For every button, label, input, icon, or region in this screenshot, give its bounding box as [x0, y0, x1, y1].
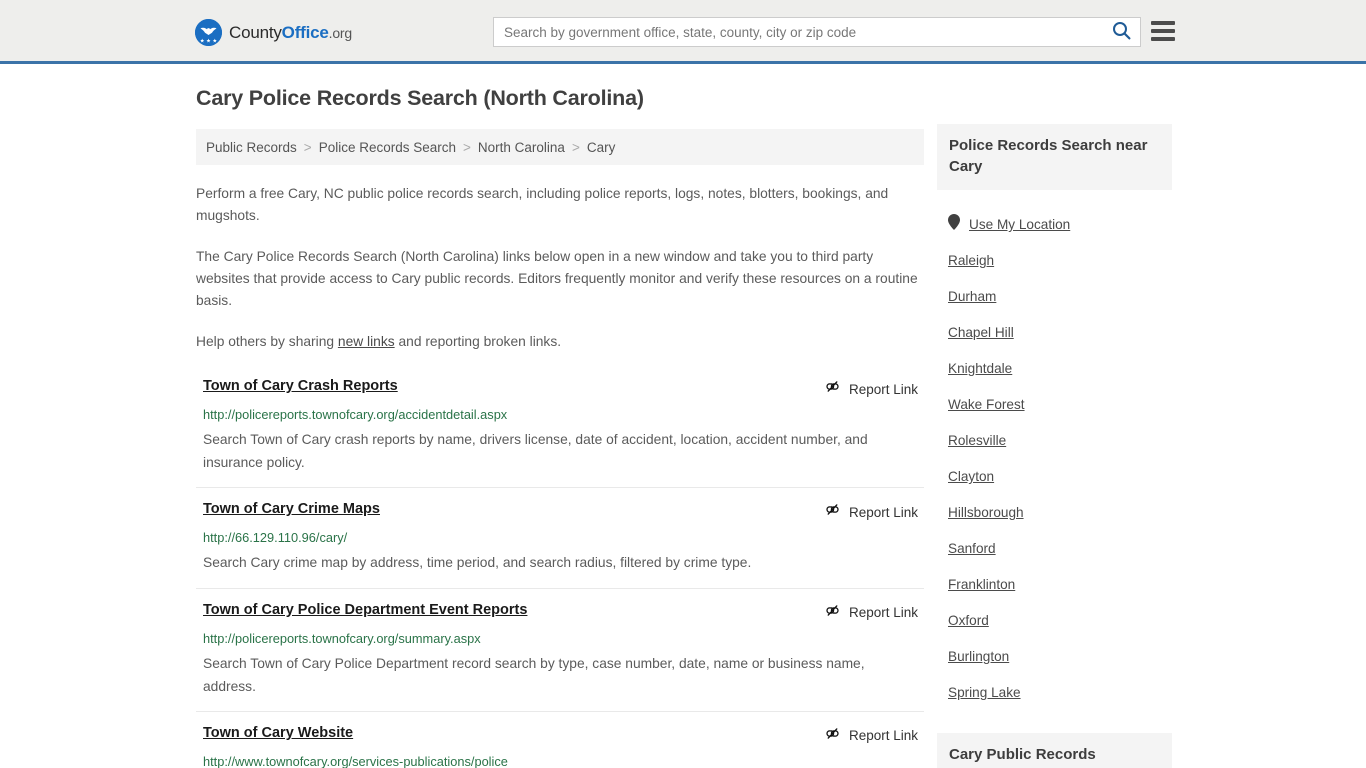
breadcrumb-item-police-records-search[interactable]: Police Records Search: [319, 140, 456, 155]
eagle-seal-icon: [195, 19, 222, 46]
result-item: Town of Cary Police Department Event Rep…: [196, 587, 924, 711]
sidebar-city-row[interactable]: Sanford: [937, 531, 1172, 567]
result-item: Town of Cary Crime Maps Report Link http…: [196, 487, 924, 587]
logo-text-tld: .org: [328, 24, 353, 41]
breadcrumb-item-north-carolina[interactable]: North Carolina: [478, 140, 565, 155]
sidebar-city-link-knightdale[interactable]: Knightdale: [948, 361, 1012, 376]
broken-link-icon: [824, 378, 841, 400]
breadcrumb-item-public-records[interactable]: Public Records: [206, 140, 297, 155]
result-title-link[interactable]: Town of Cary Police Department Event Rep…: [196, 601, 527, 620]
sidebar-city-row[interactable]: Durham: [937, 279, 1172, 315]
site-header: CountyOffice.org: [0, 0, 1366, 64]
new-links-link[interactable]: new links: [338, 334, 395, 349]
hamburger-bar: [1151, 37, 1175, 41]
page-title: Cary Police Records Search (North Caroli…: [196, 86, 644, 110]
report-link-button[interactable]: Report Link: [824, 725, 924, 747]
sidebar-city-link-franklinton[interactable]: Franklinton: [948, 577, 1015, 592]
sidebar-city-row[interactable]: Clayton: [937, 459, 1172, 495]
intro-paragraph-3: Help others by sharing new links and rep…: [196, 331, 924, 353]
sidebar-city-link-raleigh[interactable]: Raleigh: [948, 253, 994, 268]
use-my-location-row[interactable]: Use My Location: [937, 207, 1172, 243]
report-link-button[interactable]: Report Link: [824, 602, 924, 624]
broken-link-icon: [824, 725, 841, 747]
logo-text-county: County: [229, 22, 282, 42]
sidebar-city-row[interactable]: Franklinton: [937, 567, 1172, 603]
result-title-link[interactable]: Town of Cary Crash Reports: [196, 377, 398, 396]
results-list: Town of Cary Crash Reports Report Link h…: [196, 377, 924, 768]
search-bar[interactable]: [493, 17, 1141, 47]
report-link-button[interactable]: Report Link: [824, 501, 924, 523]
result-url-link[interactable]: http://www.townofcary.org/services-publi…: [196, 754, 924, 768]
sidebar-city-row[interactable]: Chapel Hill: [937, 315, 1172, 351]
intro-paragraph-1: Perform a free Cary, NC public police re…: [196, 186, 889, 224]
sidebar-city-link-wake-forest[interactable]: Wake Forest: [948, 397, 1025, 412]
sidebar-city-row[interactable]: Rolesville: [937, 423, 1172, 459]
result-url-link[interactable]: http://policereports.townofcary.org/summ…: [196, 631, 924, 646]
report-link-label: Report Link: [848, 605, 918, 621]
broken-link-icon: [824, 602, 841, 624]
result-description: Search Town of Cary Police Department re…: [203, 655, 865, 694]
sidebar: Police Records Search near Cary Use My L…: [937, 124, 1172, 768]
sidebar-city-row[interactable]: Knightdale: [937, 351, 1172, 387]
intro-p3-after: and reporting broken links.: [394, 333, 562, 349]
result-url-link[interactable]: http://66.129.110.96/cary/: [196, 530, 924, 545]
hamburger-menu-icon[interactable]: [1151, 21, 1175, 41]
sidebar-city-link-clayton[interactable]: Clayton: [948, 469, 994, 484]
search-icon: [1112, 21, 1131, 43]
sidebar-city-link-chapel-hill[interactable]: Chapel Hill: [948, 325, 1014, 340]
sidebar-city-row[interactable]: Wake Forest: [937, 387, 1172, 423]
result-url-link[interactable]: http://policereports.townofcary.org/acci…: [196, 407, 924, 422]
result-description: Search Cary crime map by address, time p…: [203, 555, 752, 571]
search-button[interactable]: [1102, 18, 1140, 46]
sidebar-nearby-list: Use My Location Raleigh Durham Chapel Hi…: [937, 207, 1172, 711]
sidebar-city-row[interactable]: Raleigh: [937, 243, 1172, 279]
sidebar-city-link-oxford[interactable]: Oxford: [948, 613, 989, 628]
sidebar-city-row[interactable]: Hillsborough: [937, 495, 1172, 531]
search-input[interactable]: [494, 18, 1102, 46]
sidebar-city-link-durham[interactable]: Durham: [948, 289, 996, 304]
broken-link-icon: [824, 501, 841, 523]
breadcrumb: Public Records > Police Records Search >…: [196, 129, 924, 165]
result-header: Town of Cary Website Report Link: [196, 724, 924, 747]
intro-paragraph-2: The Cary Police Records Search (North Ca…: [196, 248, 918, 309]
sidebar-city-link-rolesville[interactable]: Rolesville: [948, 433, 1006, 448]
sidebar-city-link-sanford[interactable]: Sanford: [948, 541, 996, 556]
hamburger-bar: [1151, 21, 1175, 25]
result-item: Town of Cary Crash Reports Report Link h…: [196, 377, 924, 487]
breadcrumb-separator: >: [303, 139, 312, 155]
sidebar-near-header: Police Records Search near Cary: [937, 124, 1172, 190]
result-item: Town of Cary Website Report Link http://…: [196, 710, 924, 768]
result-description: Search Town of Cary crash reports by nam…: [203, 432, 868, 471]
sidebar-city-link-burlington[interactable]: Burlington: [948, 649, 1009, 664]
result-header: Town of Cary Crash Reports Report Link: [196, 377, 924, 400]
report-link-label: Report Link: [848, 728, 918, 744]
map-pin-icon: [948, 214, 960, 235]
sidebar-city-row[interactable]: Burlington: [937, 639, 1172, 675]
intro-text: Perform a free Cary, NC public police re…: [196, 183, 924, 353]
hamburger-bar: [1151, 29, 1175, 33]
breadcrumb-separator: >: [463, 139, 471, 155]
sidebar-public-records-header: Cary Public Records: [937, 732, 1172, 768]
result-header: Town of Cary Crime Maps Report Link: [196, 500, 924, 523]
logo-text-office: Office: [281, 22, 329, 42]
site-logo[interactable]: CountyOffice.org: [195, 19, 352, 46]
intro-p3-before: Help others by sharing: [196, 333, 338, 349]
main-column: Cary Police Records Search (North Caroli…: [196, 86, 924, 768]
result-title-link[interactable]: Town of Cary Website: [196, 724, 353, 743]
sidebar-city-row[interactable]: Oxford: [937, 603, 1172, 639]
result-header: Town of Cary Police Department Event Rep…: [196, 601, 924, 624]
use-my-location-link[interactable]: Use My Location: [969, 217, 1070, 232]
site-logo-text: CountyOffice.org: [229, 23, 352, 43]
breadcrumb-item-cary: Cary: [586, 139, 616, 155]
breadcrumb-separator: >: [571, 139, 580, 155]
sidebar-city-row[interactable]: Spring Lake: [937, 675, 1172, 711]
result-title-link[interactable]: Town of Cary Crime Maps: [196, 500, 380, 519]
sidebar-city-link-hillsborough[interactable]: Hillsborough: [948, 505, 1024, 520]
report-link-button[interactable]: Report Link: [824, 378, 924, 400]
report-link-label: Report Link: [848, 504, 918, 520]
sidebar-city-link-spring-lake[interactable]: Spring Lake: [948, 685, 1021, 700]
report-link-label: Report Link: [848, 381, 918, 397]
